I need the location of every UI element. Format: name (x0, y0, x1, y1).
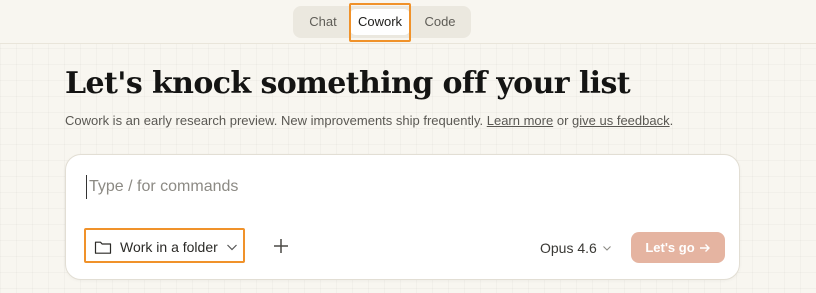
tab-code[interactable]: Code (412, 9, 468, 35)
folder-icon (94, 239, 112, 255)
period-text: . (669, 113, 674, 128)
plus-icon (270, 235, 292, 257)
add-button[interactable] (270, 235, 292, 257)
model-selector[interactable]: Opus 4.6 (540, 238, 612, 258)
prompt-composer: Work in a folder Opus 4.6 Let's go (65, 154, 740, 280)
mode-tabs: Chat Cowork Code (293, 6, 471, 38)
tab-cowork[interactable]: Cowork (350, 9, 410, 35)
prompt-input[interactable] (86, 175, 686, 199)
preview-notice: Cowork is an early research preview. New… (65, 113, 673, 128)
submit-button[interactable]: Let's go (631, 232, 725, 263)
feedback-link[interactable]: give us feedback (572, 113, 670, 128)
page-title: Let's knock something off your list (65, 66, 631, 101)
chevron-down-icon (602, 244, 612, 252)
chevron-down-icon (226, 242, 238, 252)
work-in-folder-button[interactable]: Work in a folder (88, 232, 244, 261)
or-text: or (556, 113, 569, 128)
model-label: Opus 4.6 (540, 240, 597, 256)
work-in-folder-label: Work in a folder (120, 238, 218, 255)
preview-notice-text: Cowork is an early research preview. New… (65, 113, 484, 128)
tab-chat[interactable]: Chat (297, 9, 349, 35)
learn-more-link[interactable]: Learn more (487, 113, 553, 128)
arrow-right-icon (699, 243, 711, 253)
submit-label: Let's go (645, 240, 695, 255)
top-bar: Chat Cowork Code (0, 0, 816, 44)
